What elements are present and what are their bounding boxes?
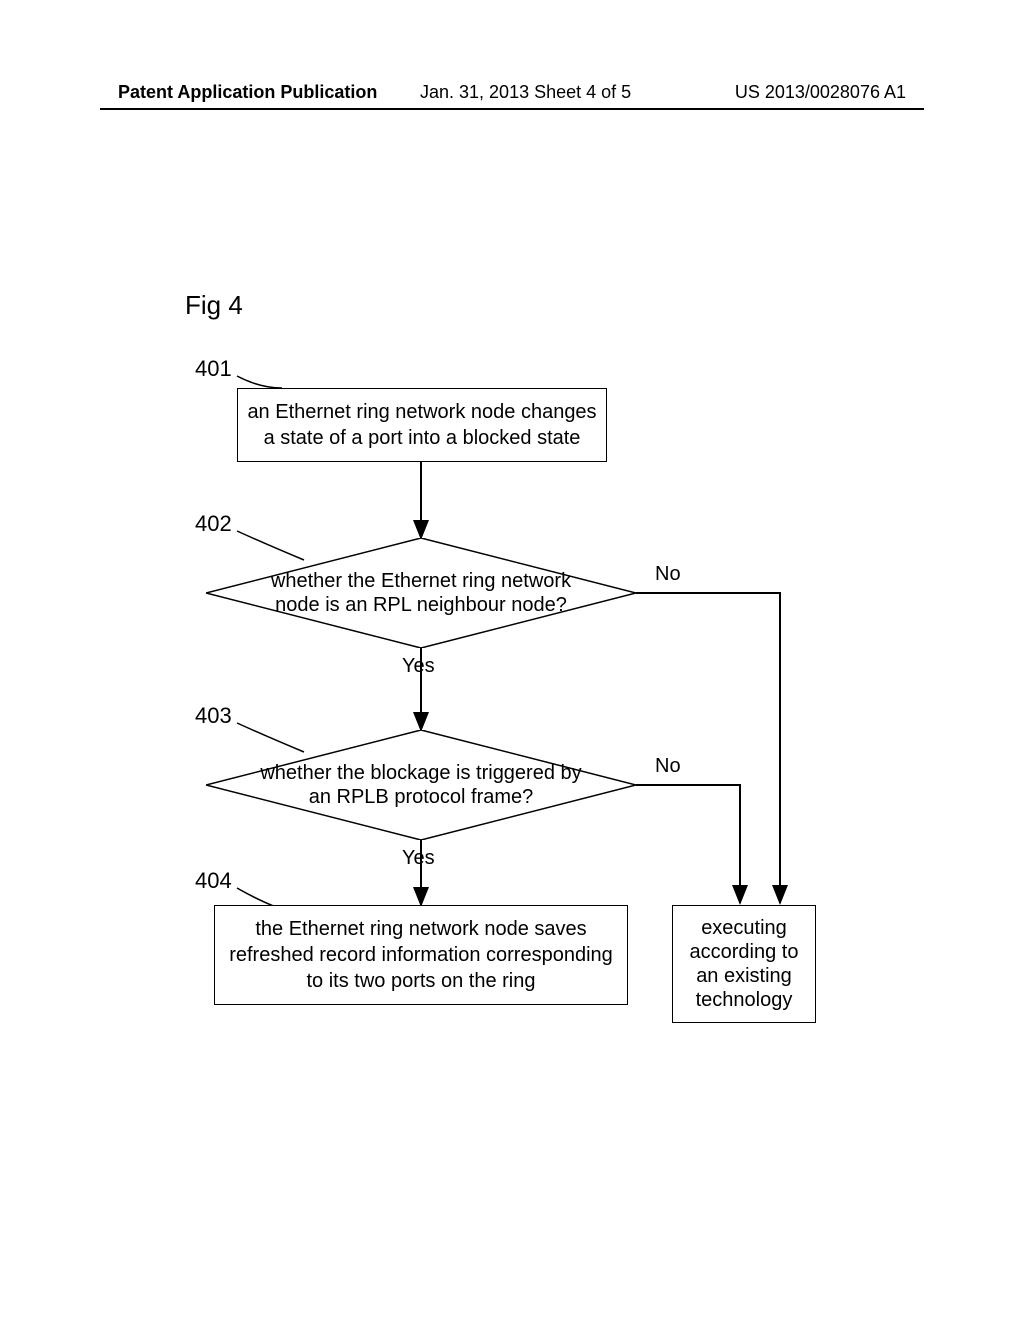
label-no-402: No	[655, 563, 681, 586]
step-number-402: 402	[195, 511, 232, 537]
process-text-401: an Ethernet ring network node changes a …	[247, 401, 596, 449]
decision-402: whether the Ethernet ring network node i…	[206, 538, 636, 648]
process-box-401: an Ethernet ring network node changes a …	[237, 388, 607, 462]
step-number-404: 404	[195, 868, 232, 894]
header-divider	[100, 108, 924, 110]
figure-label: Fig 4	[185, 290, 243, 321]
decision-text-402: whether the Ethernet ring network node i…	[206, 538, 636, 648]
step-number-403: 403	[195, 703, 232, 729]
decision-text-403: whether the blockage is triggered by an …	[206, 730, 636, 840]
header-center: Jan. 31, 2013 Sheet 4 of 5	[420, 82, 631, 103]
patent-page: Patent Application Publication Jan. 31, …	[0, 0, 1024, 1320]
step-number-401: 401	[195, 356, 232, 382]
label-no-403: No	[655, 755, 681, 778]
label-yes-402: Yes	[402, 655, 435, 678]
process-text-alt: executing according to an existing techn…	[690, 917, 799, 1011]
header-left: Patent Application Publication	[118, 82, 377, 103]
flowchart-arrows	[0, 0, 1024, 1320]
decision-403: whether the blockage is triggered by an …	[206, 730, 636, 840]
header-right: US 2013/0028076 A1	[735, 82, 906, 103]
process-box-alt: executing according to an existing techn…	[672, 905, 816, 1023]
process-text-404: the Ethernet ring network node saves ref…	[229, 918, 613, 992]
label-yes-403: Yes	[402, 847, 435, 870]
process-box-404: the Ethernet ring network node saves ref…	[214, 905, 628, 1005]
